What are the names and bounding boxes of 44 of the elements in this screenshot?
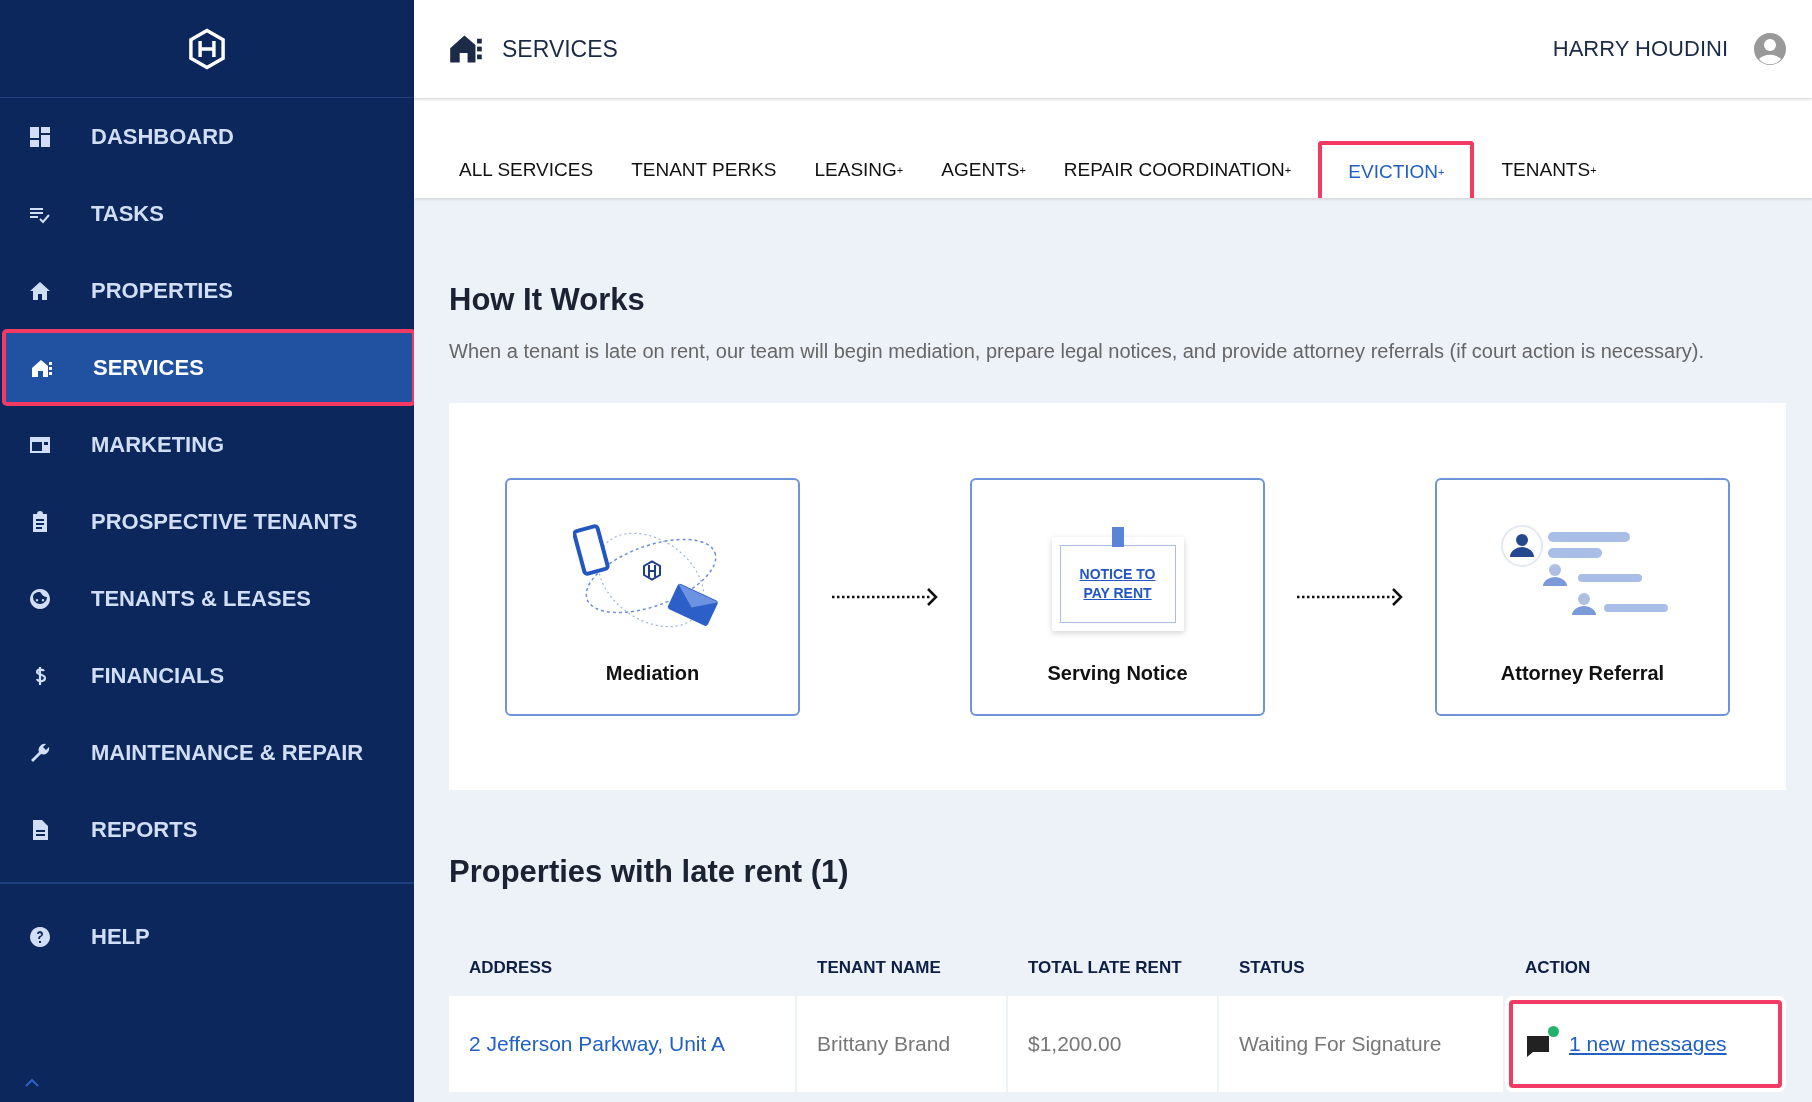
- face-icon: [28, 586, 52, 611]
- service-tab[interactable]: ALL SERVICES: [448, 141, 605, 198]
- sidebar-item[interactable]: PROSPECTIVE TENANTS: [0, 483, 414, 560]
- step-label: Serving Notice: [1047, 661, 1188, 685]
- table-cell: $1,200.00: [1008, 996, 1217, 1092]
- sidebar-item[interactable]: HELP: [0, 898, 414, 975]
- section-heading: How It Works: [449, 282, 646, 318]
- address-link[interactable]: 2 Jefferson Parkway, Unit A: [469, 1032, 725, 1056]
- page-title: SERVICES: [502, 35, 619, 63]
- sidebar-item[interactable]: TENANTS & LEASES: [0, 560, 414, 637]
- sidebar-item[interactable]: PROPERTIES: [0, 252, 414, 329]
- section-heading: Properties with late rent (1): [449, 854, 850, 890]
- service-tab[interactable]: EVICTION$^{+}$: [1318, 141, 1475, 198]
- service-tab[interactable]: TENANTS$^{+}$: [1490, 141, 1608, 198]
- section-description: When a tenant is late on rent, our team will begin mediation, prepare legal notices, and provide attorney referrals (if court action is necessary).: [449, 340, 1706, 363]
- sidebar-item[interactable]: MARKETING: [0, 406, 414, 483]
- column-header: TOTAL LATE RENT: [1027, 957, 1183, 979]
- sidebar-item[interactable]: REPORTS: [0, 791, 414, 868]
- service-tab[interactable]: REPAIR COORDINATION$^{+}$: [1052, 141, 1303, 198]
- dashboard-icon: [28, 124, 52, 149]
- pin-icon: [1111, 526, 1124, 547]
- column-header: TENANT NAME: [816, 957, 942, 979]
- services-icon: [448, 34, 484, 64]
- step-label: Attorney Referral: [1500, 661, 1665, 685]
- column-header: ADDRESS: [468, 957, 554, 979]
- table-cell: Brittany Brand: [797, 996, 1006, 1092]
- step-label: Mediation: [605, 661, 700, 685]
- sidebar-item[interactable]: TASKS: [0, 175, 414, 252]
- column-header: ACTION: [1524, 957, 1592, 979]
- sidebar-item[interactable]: FINANCIALS: [0, 637, 414, 714]
- service-tab[interactable]: AGENTS$^{+}$: [930, 141, 1037, 198]
- table-cell: Waiting For Signature: [1219, 996, 1503, 1092]
- chevron-up-icon[interactable]: [24, 1078, 40, 1088]
- help-icon: [28, 924, 52, 949]
- service-tab[interactable]: LEASING$^{+}$: [803, 141, 915, 198]
- service-tab[interactable]: TENANT PERKS: [620, 141, 788, 198]
- user-avatar-icon[interactable]: [1754, 33, 1786, 65]
- sidebar-item[interactable]: DASHBOARD: [0, 98, 414, 175]
- user-name: HARRY HOUDINI: [1552, 36, 1728, 62]
- column-header: STATUS: [1238, 957, 1306, 979]
- sidebar-item[interactable]: SERVICES: [2, 329, 416, 406]
- messages-link[interactable]: 1 new messages: [1569, 1032, 1727, 1056]
- notice-text: NOTICE TO PAY RENT: [1078, 564, 1157, 603]
- sidebar-item[interactable]: MAINTENANCE & REPAIR: [0, 714, 414, 791]
